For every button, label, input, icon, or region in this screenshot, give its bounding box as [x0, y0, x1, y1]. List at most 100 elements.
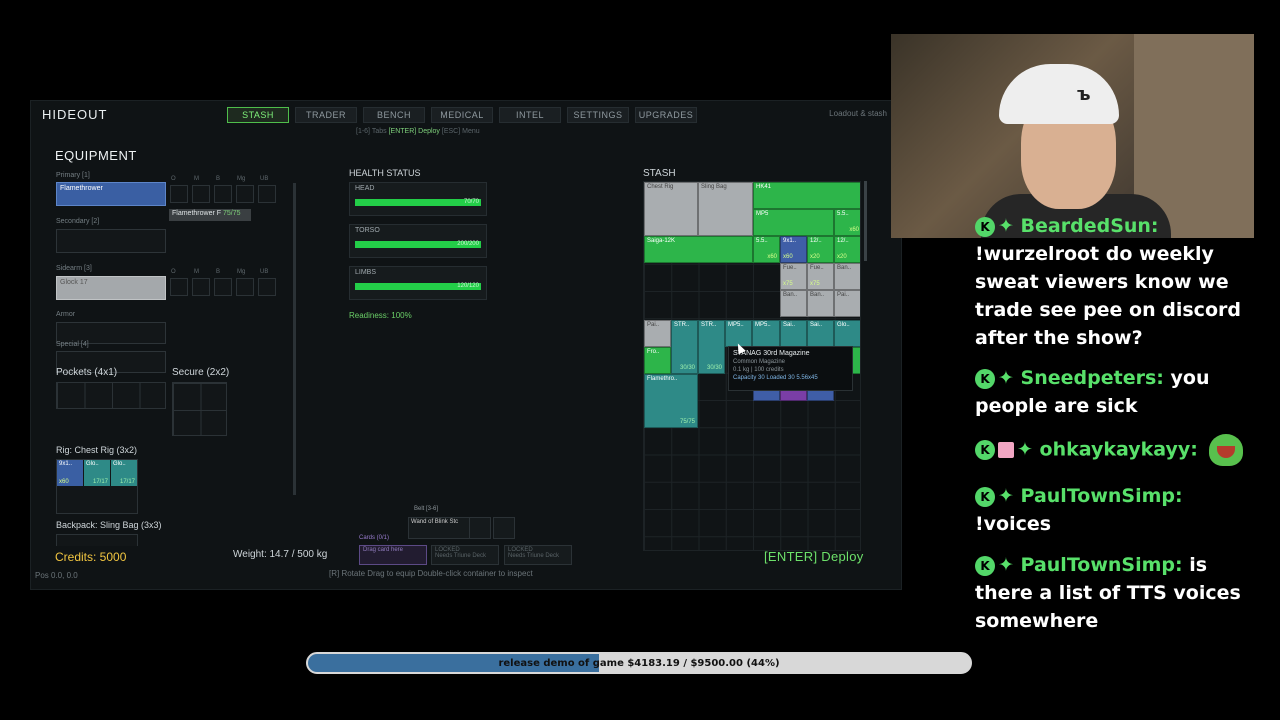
item-count: 30/30 — [679, 364, 695, 371]
sidearm-slot[interactable]: Glock 17 — [56, 276, 166, 300]
stash-item[interactable]: Glo.. — [834, 320, 860, 347]
item-name: Saiga-12K — [647, 238, 676, 244]
tab-bench[interactable]: BENCH — [363, 107, 425, 123]
item-name: MP5.. — [755, 322, 771, 328]
stash-item[interactable]: Flamethro.. 75/75 — [644, 374, 698, 428]
item-count: 30/30 — [706, 364, 722, 371]
controls-hint: [R] Rotate Drag to equip Double-click co… — [329, 569, 533, 578]
primary-slot[interactable]: Flamethrower — [56, 182, 166, 206]
chat-text: !wurzelroot do weekly sweat viewers know… — [975, 243, 1241, 349]
stash-item[interactable]: Fue.. x75 — [780, 263, 807, 290]
stash-item[interactable]: Pai.. — [834, 290, 860, 317]
stash-item[interactable]: HK41 — [753, 182, 860, 209]
tooltip-type: Common Magazine — [733, 359, 786, 365]
stash-title: STASH — [643, 168, 676, 179]
backpack-grid[interactable] — [56, 534, 138, 546]
tab-settings[interactable]: SETTINGS — [567, 107, 629, 123]
stash-item[interactable]: Sai.. — [807, 320, 834, 347]
attach-slot[interactable] — [192, 278, 210, 296]
attach-slot[interactable] — [236, 278, 254, 296]
stash-item[interactable]: Ban.. — [834, 263, 860, 290]
armor-label: Armor — [56, 311, 76, 318]
stash-item[interactable]: 5.5.. x60 — [834, 209, 860, 236]
secondary-slot[interactable] — [56, 229, 166, 253]
rig-item[interactable]: Glo.. 17/17 — [111, 460, 137, 486]
keyboard-hint: [1-6] Tabs [ENTER] Deploy [ESC] Menu — [356, 128, 480, 135]
stash-item[interactable]: 12/.. x20 — [834, 236, 860, 263]
item-name: Ban.. — [783, 292, 798, 298]
tab-trader[interactable]: TRADER — [295, 107, 357, 123]
stash-item[interactable]: Fro.. — [644, 347, 671, 374]
item-name: 12/.. — [810, 238, 822, 244]
stash-item[interactable]: 9x1.. x60 — [780, 236, 807, 263]
health-title: HEALTH STATUS — [349, 168, 421, 178]
attach-slot[interactable] — [214, 278, 232, 296]
belt-item-name: Wand of Blink Stc — [411, 519, 459, 525]
attach-slot[interactable] — [170, 185, 188, 203]
item-name: 12/.. — [837, 238, 849, 244]
attach-slot[interactable] — [236, 185, 254, 203]
stash-item[interactable]: MP5 — [753, 209, 834, 236]
weight-readout: Weight: 14.7 / 500 kg — [233, 549, 328, 560]
hint-tabs: [1-6] Tabs — [356, 128, 387, 135]
item-count: x60 — [767, 253, 777, 260]
item-name: STR.. — [674, 322, 690, 328]
stash-item[interactable]: MP5.. — [752, 320, 780, 347]
tab-medical[interactable]: MEDICAL — [431, 107, 493, 123]
card-slot-empty[interactable]: Drag card here — [359, 545, 427, 565]
attach-mg: Mg — [237, 269, 246, 275]
health-head: HEAD 70/70 — [349, 182, 487, 216]
stash-item[interactable]: STR.. 30/30 — [671, 320, 698, 374]
stash-scrollbar[interactable] — [864, 181, 867, 261]
backpack-label: Backpack: Sling Bag (3x3) — [56, 520, 162, 530]
tab-stash[interactable]: STASH — [227, 107, 289, 123]
tab-intel[interactable]: INTEL — [499, 107, 561, 123]
card-slot-locked: LOCKED Needs Triune Deck — [504, 545, 572, 565]
rig-item[interactable]: Glo.. 17/17 — [84, 460, 110, 486]
stash-item[interactable]: Saiga-12K — [644, 236, 753, 263]
tooltip-name: STANAG 30rd Magazine — [733, 350, 810, 357]
belt-slot-item[interactable]: Wand of Blink Stc — [408, 517, 470, 539]
webcam-cap — [999, 64, 1119, 124]
pockets-grid[interactable] — [56, 382, 166, 409]
rig-item[interactable]: 9x1.. x60 — [57, 460, 83, 486]
attach-slot[interactable] — [214, 185, 232, 203]
card-slot-subtext: Needs Triune Deck — [435, 553, 487, 559]
attach-b: B — [216, 176, 221, 182]
deploy-button[interactable]: [ENTER] Deploy — [764, 549, 864, 564]
attach-slot[interactable] — [170, 278, 188, 296]
tab-upgrades[interactable]: UPGRADES — [635, 107, 697, 123]
stash-item[interactable]: Sling Bag — [698, 182, 753, 236]
stash-item[interactable]: Ban.. — [807, 290, 834, 317]
rig-item-count: 17/17 — [92, 479, 108, 485]
chat-username: PaulTownSimp: — [1020, 485, 1183, 507]
item-name: Sling Bag — [701, 184, 727, 190]
attach-slot[interactable] — [258, 278, 276, 296]
attach-slot[interactable] — [258, 185, 276, 203]
secure-grid[interactable] — [172, 382, 227, 436]
health-limbs: LIMBS 120/120 — [349, 266, 487, 300]
sidearm-label: Sidearm [3] — [56, 265, 92, 272]
stash-item[interactable]: Pai.. — [644, 320, 671, 347]
belt-slot[interactable] — [493, 517, 515, 539]
stash-item[interactable]: Ban.. — [780, 290, 807, 317]
tab-bar: STASH TRADER BENCH MEDICAL INTEL SETTING… — [227, 107, 697, 123]
equipment-scrollbar[interactable] — [293, 183, 296, 495]
stash-item[interactable]: Chest Rig — [644, 182, 698, 236]
stash-item[interactable]: 5.5.. x60 — [753, 236, 780, 263]
item-count: x20 — [810, 253, 820, 260]
item-name: 5.5.. — [837, 211, 849, 217]
stash-item[interactable]: Fue.. x75 — [807, 263, 834, 290]
item-name: Flamethro.. — [647, 376, 678, 382]
stash-item[interactable]: STR.. 30/30 — [698, 320, 725, 374]
belt-slot[interactable] — [469, 517, 491, 539]
attach-slot[interactable] — [192, 185, 210, 203]
stash-item[interactable]: 12/.. x20 — [807, 236, 834, 263]
item-name: Pai.. — [837, 292, 850, 298]
item-count: x75 — [783, 280, 793, 287]
stash-item[interactable]: Sai.. — [780, 320, 807, 347]
cap-logo-icon: ъ — [1077, 84, 1091, 105]
diamond-badge-icon: ✦ — [998, 367, 1014, 389]
item-name: Sai.. — [783, 322, 796, 328]
hideout-title: HIDEOUT — [42, 107, 108, 122]
